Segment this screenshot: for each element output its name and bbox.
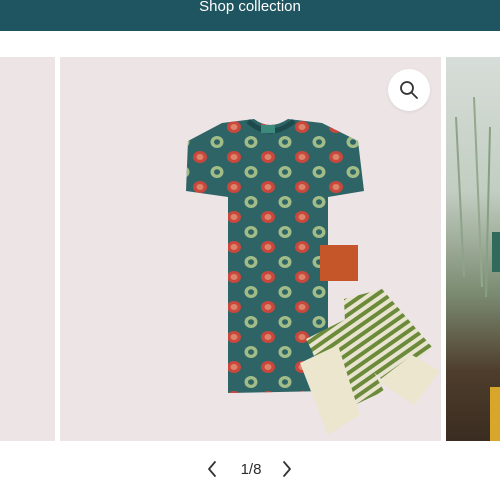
next-slide-photo bbox=[455, 96, 500, 441]
next-slide-image[interactable] bbox=[446, 57, 500, 441]
previous-image-button[interactable] bbox=[204, 459, 222, 479]
product-image-tshirt-and-leggings bbox=[186, 119, 440, 435]
chevron-right-icon bbox=[283, 461, 291, 477]
image-carousel[interactable] bbox=[0, 57, 500, 441]
chevron-left-icon bbox=[208, 461, 216, 477]
gallery-pagination: 1/8 bbox=[0, 455, 500, 485]
previous-slide-image[interactable] bbox=[0, 57, 55, 441]
next-image-button[interactable] bbox=[278, 459, 296, 479]
top-bar: Shop collection bbox=[0, 0, 500, 31]
image-counter: 1/8 bbox=[240, 461, 262, 478]
zoom-button[interactable] bbox=[388, 69, 430, 111]
search-icon bbox=[400, 81, 418, 99]
current-slide-image[interactable] bbox=[60, 57, 441, 441]
shop-collection-button[interactable]: Shop collection bbox=[0, 0, 500, 18]
